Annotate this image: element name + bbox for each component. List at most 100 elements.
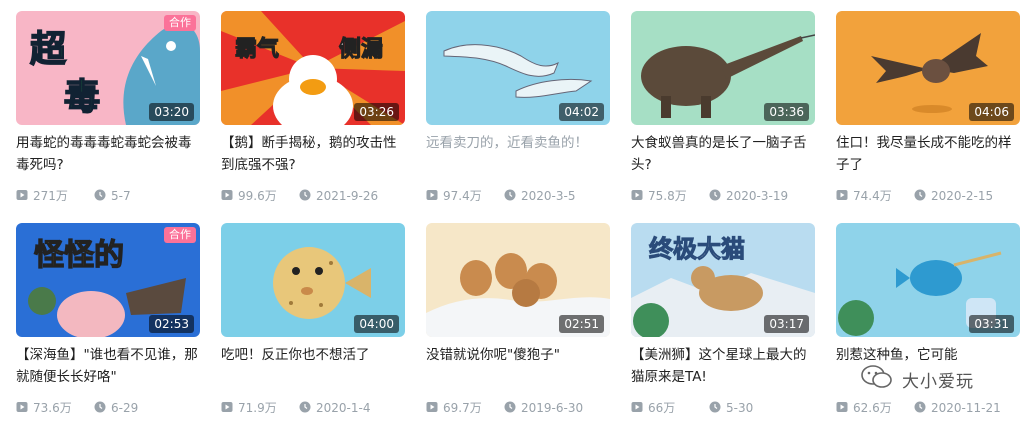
video-card[interactable]: 超 毒 合作 03:20 用毒蛇的毒毒毒蛇毒蛇会被毒毒死吗? 271万 5-7 — [16, 11, 200, 216]
duration-badge: 04:06 — [969, 103, 1014, 121]
play-count-icon — [426, 190, 438, 200]
video-thumbnail[interactable]: 怪怪的 合作 02:53 — [16, 223, 200, 337]
upload-date: 5-7 — [111, 189, 131, 203]
clock-icon — [94, 189, 106, 201]
video-stats: 69.7万 2019-6-30 — [426, 399, 610, 417]
wechat-icon — [861, 365, 892, 388]
video-stats: 62.6万 2020-11-21 — [836, 399, 1020, 417]
duration-badge: 02:51 — [559, 315, 604, 333]
duration-badge: 03:26 — [354, 103, 399, 121]
video-thumbnail[interactable]: 04:00 — [221, 223, 405, 337]
upload-date: 2019-6-30 — [521, 401, 584, 415]
video-thumbnail[interactable]: 02:51 — [426, 223, 610, 337]
clock-icon — [504, 189, 516, 201]
video-title[interactable]: 【美洲狮】这个星球上最大的猫原来是TA! — [631, 344, 815, 388]
duration-badge: 03:17 — [764, 315, 809, 333]
video-title[interactable]: 住口！我尽量长成不能吃的样子了 — [836, 132, 1020, 176]
duration-badge: 03:20 — [149, 103, 194, 121]
video-title[interactable]: 大食蚁兽真的是长了一脑子舌头? — [631, 132, 815, 176]
view-count: 75.8万 — [648, 189, 687, 203]
video-thumbnail[interactable]: 04:06 — [836, 11, 1020, 125]
view-count: 69.7万 — [443, 401, 482, 415]
video-title[interactable]: 用毒蛇的毒毒毒蛇毒蛇会被毒毒死吗? — [16, 132, 200, 176]
video-stats: 99.6万 2021-9-26 — [221, 187, 405, 205]
video-thumbnail[interactable]: 霸气 侧漏 03:26 — [221, 11, 405, 125]
video-card[interactable]: 03:31 别惹这种鱼，它可能 62.6万 2020-11-21 — [836, 223, 1020, 423]
duration-badge: 04:00 — [354, 315, 399, 333]
video-thumbnail[interactable]: 03:36 — [631, 11, 815, 125]
view-count: 71.9万 — [238, 401, 277, 415]
clock-icon — [709, 401, 721, 413]
thumbnail-text: 侧漏 — [339, 36, 383, 62]
play-count-icon — [221, 190, 233, 200]
collab-badge: 合作 — [164, 227, 196, 243]
clock-icon — [299, 189, 311, 201]
thumbnail-text: 怪怪的 — [34, 238, 124, 273]
view-count: 97.4万 — [443, 189, 482, 203]
view-count: 66万 — [648, 401, 676, 415]
video-thumbnail[interactable]: 03:31 — [836, 223, 1020, 337]
play-count-icon — [16, 190, 28, 200]
thumbnail-text: 超 — [30, 29, 67, 70]
video-card[interactable]: 霸气 侧漏 03:26 【鹅】断手揭秘，鹅的攻击性到底强不强? 99.6万 20… — [221, 11, 405, 216]
upload-date: 2020-2-15 — [931, 189, 994, 203]
video-card[interactable]: 终极大猫 03:17 【美洲狮】这个星球上最大的猫原来是TA! 66万 5-30 — [631, 223, 815, 423]
duration-badge: 02:53 — [149, 315, 194, 333]
upload-date: 2020-3-5 — [521, 189, 576, 203]
video-title[interactable]: 吃吧！反正你也不想活了 — [221, 344, 405, 388]
view-count: 73.6万 — [33, 401, 72, 415]
video-stats: 75.8万 2020-3-19 — [631, 187, 815, 205]
play-count-icon — [426, 402, 438, 412]
watermark-text: 大小爱玩 — [902, 372, 974, 392]
clock-icon — [94, 401, 106, 413]
collab-badge: 合作 — [164, 15, 196, 31]
thumbnail-text: 毒 — [64, 77, 100, 118]
video-grid: 超 毒 合作 03:20 用毒蛇的毒毒毒蛇毒蛇会被毒毒死吗? 271万 5-7 … — [0, 0, 1024, 423]
thumbnail-text: 终极大猫 — [649, 235, 745, 263]
video-thumbnail[interactable]: 超 毒 合作 03:20 — [16, 11, 200, 125]
video-card[interactable]: 03:36 大食蚁兽真的是长了一脑子舌头? 75.8万 2020-3-19 — [631, 11, 815, 216]
view-count: 271万 — [33, 189, 68, 203]
video-stats: 97.4万 2020-3-5 — [426, 187, 610, 205]
video-stats: 73.6万 6-29 — [16, 399, 200, 417]
video-stats: 271万 5-7 — [16, 187, 200, 205]
view-count: 99.6万 — [238, 189, 277, 203]
video-stats: 74.4万 2020-2-15 — [836, 187, 1020, 205]
play-count-icon — [16, 402, 28, 412]
video-stats: 71.9万 2020-1-4 — [221, 399, 405, 417]
play-count-icon — [631, 402, 643, 412]
video-title[interactable]: 远看卖刀的，近看卖鱼的！ — [426, 132, 610, 176]
video-thumbnail[interactable]: 终极大猫 03:17 — [631, 223, 815, 337]
clock-icon — [914, 189, 926, 201]
duration-badge: 04:02 — [559, 103, 604, 121]
play-count-icon — [221, 402, 233, 412]
play-count-icon — [836, 190, 848, 200]
video-title[interactable]: 【深海鱼】"谁也看不见谁，那就随便长长好咯" — [16, 344, 200, 388]
clock-icon — [914, 401, 926, 413]
upload-date: 2021-9-26 — [316, 189, 379, 203]
play-count-icon — [631, 190, 643, 200]
clock-icon — [709, 189, 721, 201]
video-card[interactable]: 04:02 远看卖刀的，近看卖鱼的！ 97.4万 2020-3-5 — [426, 11, 610, 216]
upload-date: 2020-11-21 — [931, 401, 1001, 415]
upload-date: 5-30 — [726, 401, 754, 415]
video-card[interactable]: 怪怪的 合作 02:53 【深海鱼】"谁也看不见谁，那就随便长长好咯" 73.6… — [16, 223, 200, 423]
video-title[interactable]: 没错就说你呢"傻狍子" — [426, 344, 610, 388]
video-thumbnail[interactable]: 04:02 — [426, 11, 610, 125]
upload-date: 2020-3-19 — [726, 189, 789, 203]
video-card[interactable]: 04:06 住口！我尽量长成不能吃的样子了 74.4万 2020-2-15 — [836, 11, 1020, 216]
video-card[interactable]: 04:00 吃吧！反正你也不想活了 71.9万 2020-1-4 — [221, 223, 405, 423]
clock-icon — [299, 401, 311, 413]
view-count: 74.4万 — [853, 189, 892, 203]
thumbnail-text: 霸气 — [235, 36, 279, 62]
video-card[interactable]: 02:51 没错就说你呢"傻狍子" 69.7万 2019-6-30 — [426, 223, 610, 423]
upload-date: 2020-1-4 — [316, 401, 371, 415]
video-title[interactable]: 【鹅】断手揭秘，鹅的攻击性到底强不强? — [221, 132, 405, 176]
duration-badge: 03:36 — [764, 103, 809, 121]
channel-watermark: 大小爱玩 — [860, 362, 1020, 392]
video-stats: 66万 5-30 — [631, 399, 815, 417]
view-count: 62.6万 — [853, 401, 892, 415]
play-count-icon — [836, 402, 848, 412]
upload-date: 6-29 — [111, 401, 139, 415]
duration-badge: 03:31 — [969, 315, 1014, 333]
